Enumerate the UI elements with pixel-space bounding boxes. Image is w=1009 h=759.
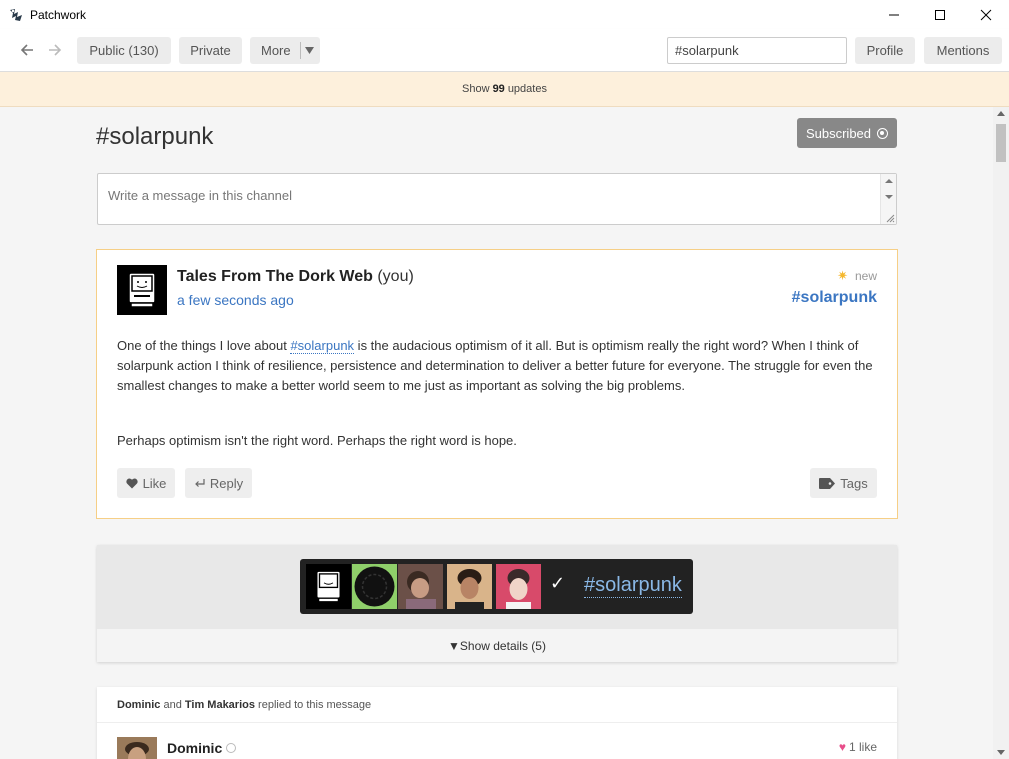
avatar[interactable]: [117, 265, 167, 315]
public-feed-button[interactable]: Public (130): [77, 37, 171, 64]
compose-placeholder: Write a message in this channel: [108, 188, 293, 203]
page-title: #solarpunk: [96, 123, 214, 150]
text: and: [160, 699, 185, 711]
radio-dot-icon: [877, 127, 889, 139]
author-name: Tales From The Dork Web: [177, 268, 373, 285]
scroll-down-icon[interactable]: [997, 750, 1005, 755]
post-author[interactable]: Tales From The Dork Web (you): [177, 268, 414, 286]
new-badge: ✷ new: [837, 268, 877, 284]
title-bar: Patchwork: [0, 0, 1009, 29]
scroll-up-icon: [885, 179, 893, 183]
mentions-button[interactable]: Mentions: [924, 37, 1002, 64]
author-suffix: (you): [377, 268, 414, 285]
minimize-icon: [889, 14, 899, 15]
avatar[interactable]: [447, 564, 492, 609]
maximize-icon: [935, 9, 945, 20]
person-avatar-icon: [117, 737, 157, 759]
reply-label: Reply: [209, 475, 244, 491]
scroll-down-icon: [885, 195, 893, 199]
tags-label: Tags: [840, 475, 868, 491]
resize-grip-icon[interactable]: [885, 213, 895, 223]
channel-feed: #solarpunk Subscribed Write a message in…: [0, 107, 993, 759]
more-label: More: [261, 43, 291, 58]
reply-author-name: Dominic: [167, 740, 223, 756]
subscribed-button[interactable]: Subscribed: [797, 118, 897, 148]
text: replied to this message: [254, 699, 372, 711]
tags-button[interactable]: Tags: [810, 468, 877, 498]
show-updates-banner[interactable]: Show 99 updates: [0, 72, 1009, 107]
private-feed-button[interactable]: Private: [179, 37, 242, 64]
avatar[interactable]: [306, 564, 351, 609]
reply-button[interactable]: Reply: [185, 468, 252, 498]
replied-summary: Dominic and Tim Makarios replied to this…: [117, 699, 371, 711]
like-count-label: 1 like: [848, 740, 877, 754]
divider: [97, 722, 897, 723]
channel-subscribers-card: ✓ #solarpunk ▼Show details (5): [97, 545, 897, 662]
text: One of the things I love about: [117, 338, 291, 353]
circle-avatar-icon: [352, 564, 397, 609]
reply-thread-card: Dominic and Tim Makarios replied to this…: [97, 687, 897, 759]
replier-name[interactable]: Tim Makarios: [185, 699, 255, 711]
more-divider: [300, 42, 301, 59]
post-channel-link[interactable]: #solarpunk: [792, 289, 877, 307]
avatar[interactable]: [398, 564, 443, 609]
profile-button[interactable]: Profile: [855, 37, 915, 64]
close-button[interactable]: [963, 0, 1009, 29]
more-dropdown[interactable]: More: [250, 37, 320, 64]
show-details-button[interactable]: ▼Show details (5): [97, 629, 897, 662]
avatar[interactable]: [117, 737, 157, 759]
forward-button[interactable]: [45, 40, 65, 60]
checkmark-icon: ✓: [550, 573, 566, 594]
computer-avatar-icon: [117, 265, 167, 315]
arrow-left-icon: [20, 44, 33, 56]
like-count[interactable]: ♥ 1 like: [839, 740, 877, 754]
avatar[interactable]: [352, 564, 397, 609]
updates-count: 99: [492, 83, 505, 95]
maximize-button[interactable]: [917, 0, 963, 29]
reply-arrow-icon: [195, 479, 205, 487]
heart-icon: ♥: [838, 740, 846, 754]
post-timestamp[interactable]: a few seconds ago: [177, 292, 294, 308]
sun-icon: ✷: [837, 268, 848, 283]
like-button[interactable]: Like: [117, 468, 175, 498]
computer-avatar-icon: [306, 564, 351, 609]
minimize-button[interactable]: [871, 0, 917, 29]
arrow-right-icon: [49, 44, 62, 56]
patchwork-logo-icon: [10, 8, 22, 21]
scroll-up-icon[interactable]: [997, 111, 1005, 116]
person-avatar-icon: [496, 564, 541, 609]
person-avatar-icon: [447, 564, 492, 609]
ring-icon: [226, 743, 237, 753]
person-avatar-icon: [398, 564, 443, 609]
replier-name[interactable]: Dominic: [117, 699, 160, 711]
hashtag-link[interactable]: #solarpunk: [290, 338, 355, 354]
tag-icon: [819, 477, 836, 489]
subscribers-channel-link[interactable]: #solarpunk: [584, 573, 682, 598]
updates-prefix: Show: [462, 83, 490, 95]
search-input[interactable]: [667, 37, 847, 64]
post-body-paragraph: One of the things I love about #solarpun…: [117, 336, 879, 396]
main-scrollbar[interactable]: [993, 107, 1009, 759]
updates-suffix: updates: [507, 83, 547, 95]
new-label: new: [854, 269, 877, 283]
reply-author[interactable]: Dominic: [167, 740, 237, 756]
scrollbar-thumb[interactable]: [996, 124, 1006, 162]
message-card: Tales From The Dork Web (you) a few seco…: [96, 249, 898, 519]
close-icon: [980, 9, 992, 20]
post-body-paragraph: Perhaps optimism isn't the right word. P…: [117, 433, 517, 448]
like-label: Like: [142, 475, 167, 491]
heart-icon: [125, 478, 138, 488]
toolbar: Public (130) Private More Profile Mentio…: [0, 29, 1009, 72]
avatar[interactable]: [496, 564, 541, 609]
window-title: Patchwork: [30, 7, 87, 22]
compose-textarea[interactable]: Write a message in this channel: [97, 173, 897, 225]
subscribers-bar: ✓ #solarpunk: [300, 559, 693, 614]
back-button[interactable]: [17, 40, 37, 60]
subscribed-label: Subscribed: [805, 125, 872, 141]
caret-down-icon: [305, 47, 314, 54]
compose-scrollbar[interactable]: [880, 174, 896, 224]
